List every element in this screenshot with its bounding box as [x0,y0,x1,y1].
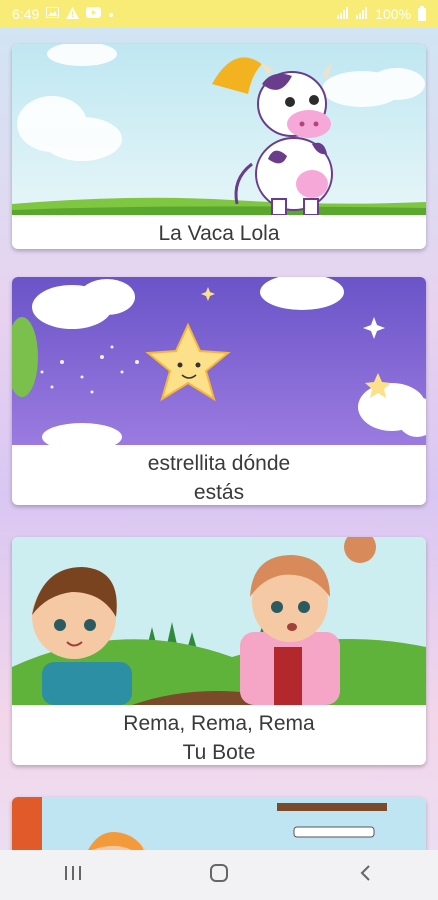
song-title-line: La Vaca Lola [158,222,280,245]
system-nav-bar [0,850,438,900]
alert-icon [66,6,80,22]
song-title[interactable]: La Vaca Lola [12,215,426,249]
status-bar: 6:49 100% [0,0,438,28]
song-thumbnail-partial[interactable] [12,797,426,850]
song-title[interactable]: estrellita dónde estás [12,445,426,505]
song-thumbnail-star[interactable] [12,277,426,445]
gallery-icon [46,7,60,21]
song-card-la-vaca-lola[interactable]: La Vaca Lola [12,44,426,249]
signal-icon [356,6,368,22]
song-card-rema-rema[interactable]: Rema, Rema, Rema Tu Bote [12,537,426,765]
signal-icon [337,6,349,22]
status-right: 100% [337,5,426,22]
song-thumbnail-cow[interactable] [12,44,426,215]
back-button[interactable] [335,855,395,895]
song-card-estrellita[interactable]: estrellita dónde estás [12,277,426,505]
back-icon [359,864,371,887]
song-title-line: Rema, Rema, Rema [123,712,315,735]
recent-apps-icon [64,865,82,886]
battery-icon [418,5,426,21]
song-thumbnail-kids[interactable] [12,537,426,705]
song-title-line: estrellita dónde [147,452,291,475]
home-button[interactable] [189,855,249,895]
recent-apps-button[interactable] [43,855,103,895]
youtube-icon [86,7,102,21]
song-card-partial[interactable] [12,797,426,850]
song-title[interactable]: Rema, Rema, Rema Tu Bote [12,705,426,765]
song-title-line: Tu Bote [182,741,256,764]
battery-percent: 100% [375,6,411,22]
dot-icon [108,7,114,21]
song-title-line: estás [193,481,245,504]
status-time: 6:49 [12,6,40,22]
status-left: 6:49 [12,6,114,22]
song-list[interactable]: La Vaca Lola estrellita dónde estás Rema… [0,28,438,850]
home-icon [209,863,229,888]
